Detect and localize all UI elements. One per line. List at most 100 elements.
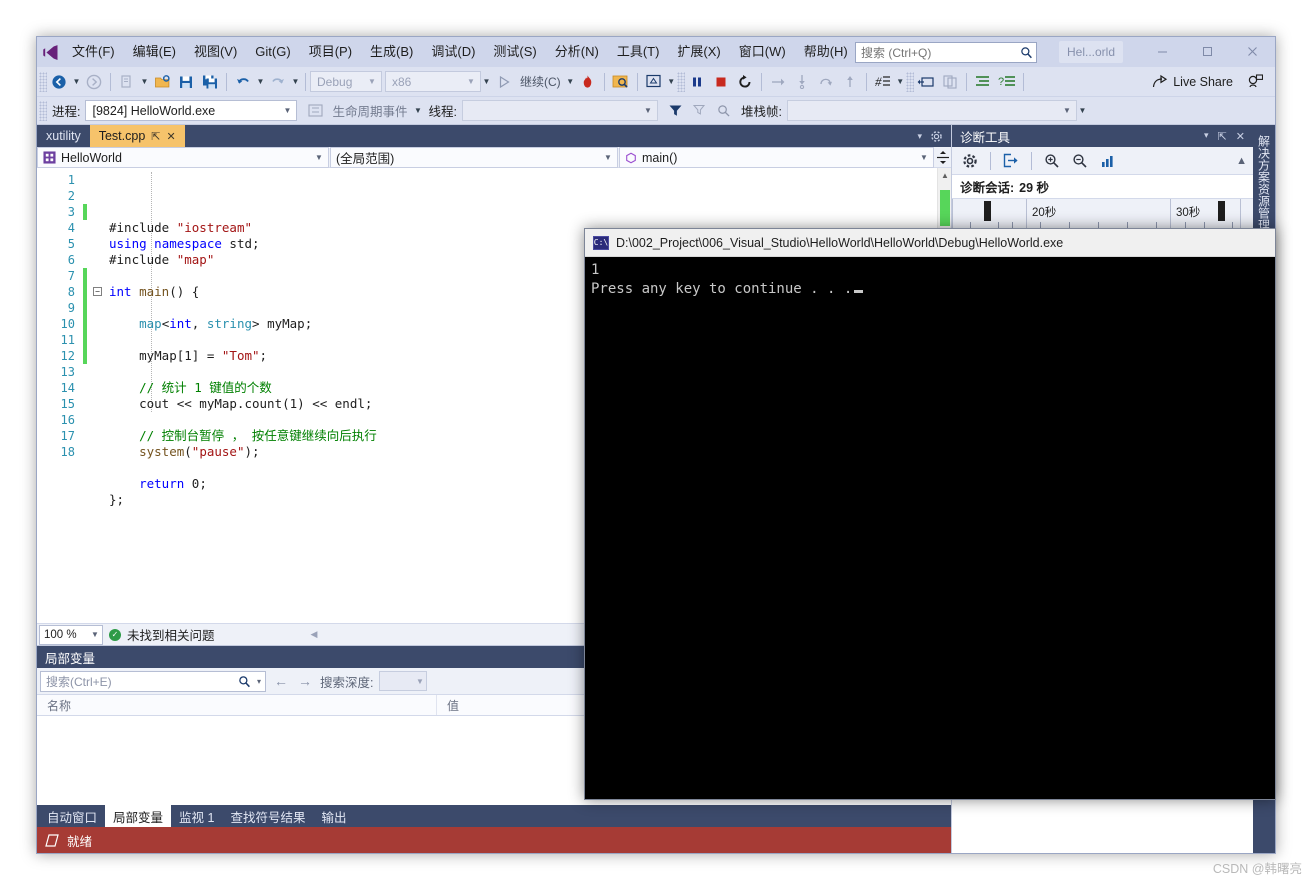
stackframe-extra-dropdown[interactable]: ▼ [1077,106,1088,115]
scroll-thumb[interactable] [940,190,950,226]
search-icon[interactable] [236,675,253,688]
menu-item-debug[interactable]: 调试(D) [422,37,484,67]
project-combo[interactable]: HelloWorld ▼ [37,147,329,168]
scroll-up-icon[interactable]: ▲ [1236,155,1247,167]
dock-tab-watch1[interactable]: 监视 1 [171,805,222,827]
live-share-button[interactable]: Live Share [1142,70,1243,94]
search-depth-combo[interactable]: ▼ [379,671,428,691]
restart-icon[interactable] [733,70,757,94]
menu-item-analyze[interactable]: 分析(N) [546,37,608,67]
undo-icon[interactable] [231,70,255,94]
filter-icon[interactable] [664,99,688,123]
undo-dropdown[interactable]: ▼ [255,77,266,86]
scope-combo[interactable]: (全局范围) ▼ [330,147,618,168]
save-all-icon[interactable] [198,70,222,94]
editor-tab-test-cpp[interactable]: Test.cpp ⇱ ✕ [89,125,185,147]
close-button[interactable] [1230,37,1275,66]
menu-item-window[interactable]: 窗口(W) [730,37,795,67]
gear-icon[interactable] [930,130,943,143]
menu-item-extensions[interactable]: 扩展(X) [668,37,729,67]
menu-item-edit[interactable]: 编辑(E) [124,37,185,67]
diagnostic-timeline-ruler[interactable]: 20秒 30秒 [952,199,1253,229]
hot-reload-icon[interactable] [576,70,600,94]
toolbar-grip[interactable] [39,100,47,121]
tab-label: xutility [46,129,81,143]
locals-search-input[interactable]: 搜索(Ctrl+E) ▾ [40,670,266,692]
export-icon[interactable] [999,149,1023,173]
arrow-right-icon[interactable]: → [296,673,314,689]
close-icon[interactable]: ✕ [1236,130,1245,143]
split-view-icon[interactable] [935,147,951,167]
process-combo[interactable]: [9824] HelloWorld.exe ▼ [85,100,298,121]
quick-launch-search[interactable] [855,42,1037,63]
configuration-combo[interactable]: Debug ▼ [310,71,382,92]
status-collapse-icon[interactable]: ◀ [311,629,318,640]
attach-to-process-icon[interactable] [609,70,633,94]
menu-item-git[interactable]: Git(G) [246,37,299,67]
break-all-icon[interactable] [642,70,666,94]
open-folder-icon[interactable] [150,70,174,94]
gear-icon[interactable] [958,149,982,173]
stop-debugging-icon[interactable] [709,70,733,94]
toolbar-grip[interactable] [905,71,914,92]
pause-icon[interactable] [685,70,709,94]
dock-tab-output[interactable]: 输出 [313,805,354,827]
chevron-down-icon[interactable]: ▾ [1204,130,1209,143]
feedback-icon[interactable] [1243,70,1267,94]
dock-tab-autos[interactable]: 自动窗口 [39,805,105,827]
toolbar-grip[interactable] [676,71,685,92]
zoom-in-icon[interactable] [1040,149,1064,173]
continue-label[interactable]: 继续(C) [516,73,565,90]
close-tab-icon[interactable]: ✕ [167,130,176,143]
pin-tab-icon[interactable]: ⇱ [151,130,160,143]
console-title-bar[interactable]: C:\ D:\002_Project\006_Visual_Studio\Hel… [585,229,1275,257]
arrow-left-icon[interactable]: ← [272,673,290,689]
chevron-down-icon[interactable]: ▾ [253,677,265,686]
platform-combo[interactable]: x86 ▼ [385,71,481,92]
fold-toggle-icon[interactable]: − [93,287,102,296]
member-combo[interactable]: main() ▼ [619,147,934,168]
menu-item-build[interactable]: 生成(B) [361,37,422,67]
thread-window-icon[interactable] [914,70,938,94]
dock-tab-locals[interactable]: 局部变量 [105,805,172,827]
menu-item-tools[interactable]: 工具(T) [608,37,669,67]
platform-extra-dropdown[interactable]: ▼ [481,77,492,86]
console-output[interactable]: 1 Press any key to continue . . . [585,257,1275,799]
outdent-icon[interactable]: ? [995,70,1019,94]
menu-item-view[interactable]: 视图(V) [185,37,246,67]
menu-item-project[interactable]: 项目(P) [300,37,361,67]
dock-tab-find-symbol-results[interactable]: 查找符号结果 [222,805,313,827]
redo-dropdown[interactable]: ▼ [290,77,301,86]
new-item-dropdown[interactable]: ▼ [139,77,150,86]
maximize-button[interactable] [1185,37,1230,66]
continue-dropdown[interactable]: ▼ [565,77,576,86]
analyze-chart-icon[interactable] [1096,149,1120,173]
column-header-name[interactable]: 名称 [37,695,437,715]
search-input[interactable] [856,43,1016,62]
navigate-backward-icon[interactable] [47,70,71,94]
toolbar-grip[interactable] [39,71,47,92]
save-icon[interactable] [174,70,198,94]
stackframe-combo[interactable]: ▼ [786,100,1077,121]
menu-item-test[interactable]: 测试(S) [484,37,545,67]
scroll-up-icon[interactable]: ▲ [938,168,951,182]
navigate-backward-dropdown[interactable]: ▼ [71,77,82,86]
minimize-button[interactable] [1140,37,1185,66]
zoom-out-icon[interactable] [1068,149,1092,173]
editor-tab-xutility[interactable]: xutility [37,125,90,147]
disassembly-dropdown[interactable]: ▼ [895,77,906,86]
disassembly-icon[interactable]: # [871,70,895,94]
break-all-dropdown[interactable]: ▼ [666,77,677,86]
continue-play-icon[interactable] [492,70,516,94]
zoom-combo[interactable]: 100 % ▼ [39,624,103,645]
chevron-down-icon[interactable]: ▾ [917,131,922,142]
search-icon[interactable] [1016,43,1036,62]
menu-item-help[interactable]: 帮助(H) [795,37,857,67]
indent-icon[interactable] [971,70,995,94]
pin-icon[interactable]: ⇱ [1218,130,1227,143]
lifecycle-dropdown[interactable]: ▼ [413,106,424,115]
thread-combo[interactable]: ▼ [461,100,658,121]
console-window[interactable]: C:\ D:\002_Project\006_Visual_Studio\Hel… [584,228,1276,800]
account-chip[interactable]: Hel...orld [1059,41,1124,63]
menu-item-file[interactable]: 文件(F) [63,37,124,67]
